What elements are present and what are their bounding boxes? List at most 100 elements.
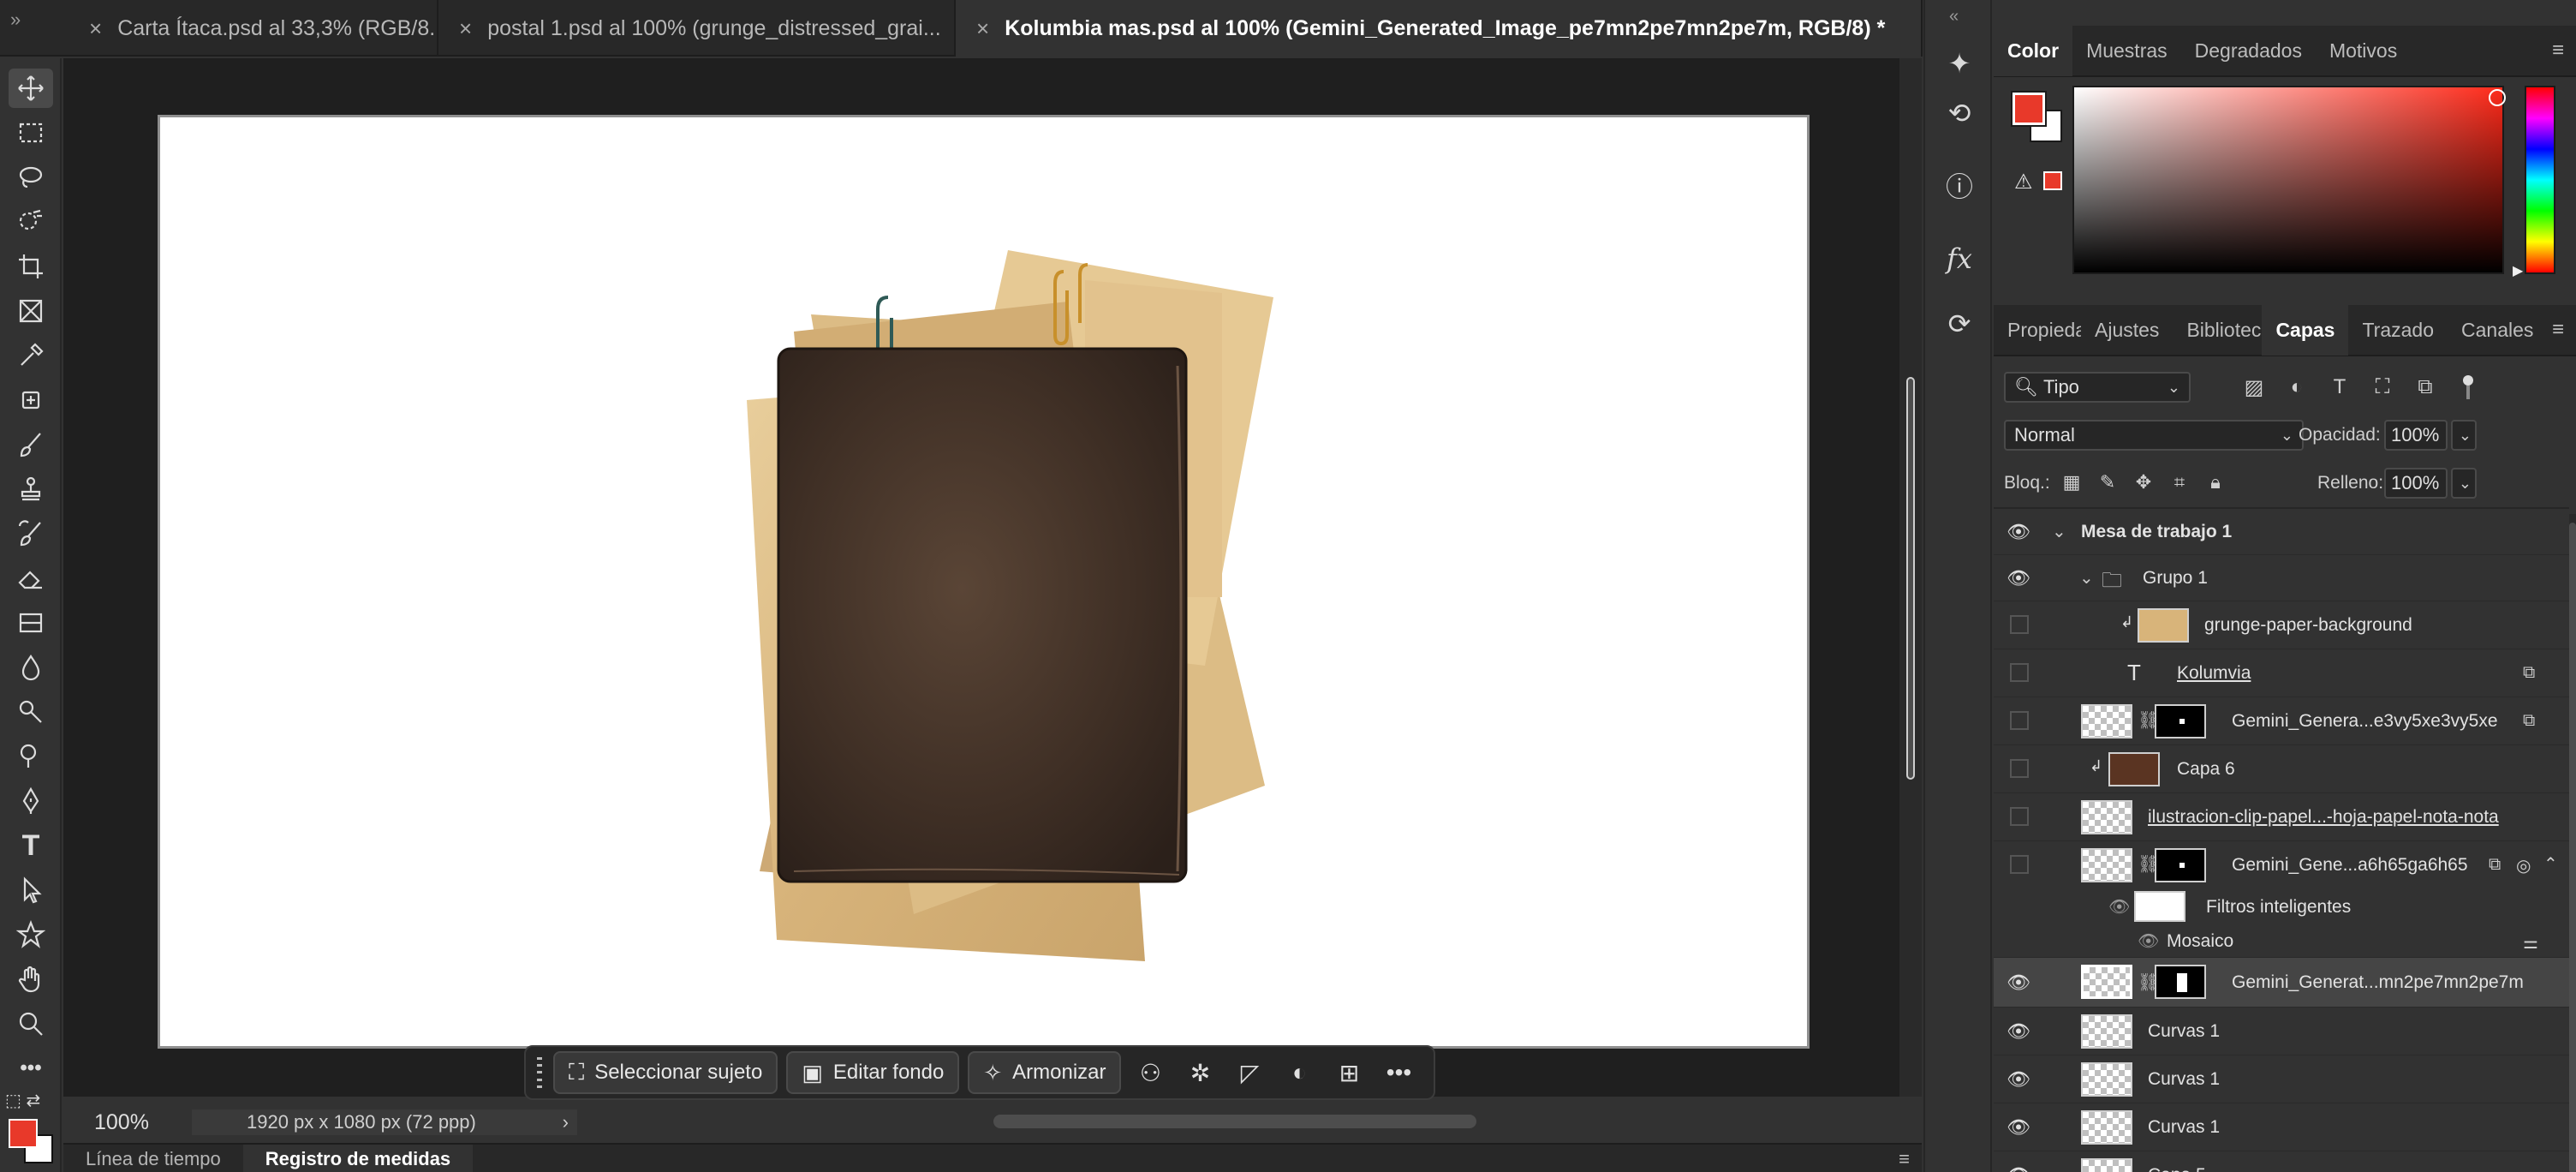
visibility-toggle[interactable] (2010, 759, 2029, 778)
document-tab-postal[interactable]: × postal 1.psd al 100% (grunge_distresse… (438, 0, 956, 57)
magic-wand-icon[interactable]: ✲ (1179, 1051, 1220, 1094)
visibility-eye-icon[interactable]: 👁︎ (2007, 1164, 2030, 1172)
lock-artboard-icon[interactable]: ⌗ (2167, 469, 2192, 495)
lock-position-icon[interactable]: ✥ (2131, 469, 2156, 495)
tab-properties[interactable]: Propiedades (1994, 304, 2081, 356)
filter-toggle-icon[interactable] (2454, 374, 2480, 401)
chevron-down-icon[interactable]: ⌄ (2052, 521, 2066, 542)
quick-selection-tool-icon[interactable] (9, 202, 53, 242)
smart-filter-row[interactable]: 👁︎ Mosaico ⚌ (1994, 925, 2569, 958)
chevron-right-icon[interactable]: › (563, 1111, 569, 1133)
hand-tool-icon[interactable] (9, 960, 53, 999)
type-tool-icon[interactable]: T (9, 826, 53, 865)
crop-tool-icon[interactable] (9, 247, 53, 286)
visibility-eye-icon[interactable]: 👁︎ (2108, 896, 2130, 918)
visibility-toggle[interactable] (2010, 807, 2029, 826)
filter-adjustment-icon[interactable]: ◐ (2283, 374, 2311, 401)
layer-mask-thumbnail[interactable] (2155, 848, 2206, 882)
filter-pixel-icon[interactable]: ▨ (2240, 374, 2268, 401)
fill-dropdown[interactable]: ⌄ (2451, 468, 2477, 499)
tab-layers[interactable]: Capas (2262, 304, 2349, 356)
people-icon[interactable]: ⚇ (1130, 1051, 1171, 1094)
generative-fill-icon[interactable]: ✦ (1939, 43, 1980, 84)
blend-mode-select[interactable]: Normal ⌄ (2004, 420, 2304, 451)
swap-colors-icon[interactable]: ⬚ ⇄ (5, 1090, 57, 1114)
layer-row[interactable]: ilustracion-clip-papel...-hoja-papel-not… (1994, 793, 2569, 841)
pen-tool-icon[interactable] (9, 781, 53, 821)
visibility-eye-icon[interactable]: 👁︎ (2007, 1116, 2030, 1139)
color-field[interactable] (2072, 86, 2506, 274)
path-selection-tool-icon[interactable] (9, 870, 53, 910)
filter-smart-object-icon[interactable]: ⧉ (2412, 374, 2439, 401)
layer-row-selected[interactable]: 👁︎ ⛓︎ Gemini_Generat...mn2pe7mn2pe7m (1994, 958, 2569, 1008)
lock-image-icon[interactable]: ✎ (2095, 469, 2120, 495)
more-options-icon[interactable]: ••• (1378, 1051, 1419, 1094)
document-tab-kolumbia[interactable]: × Kolumbia mas.psd al 100% (Gemini_Gener… (956, 0, 1923, 57)
tab-gradients[interactable]: Degradados (2181, 25, 2316, 76)
dodge-tool-icon[interactable] (9, 692, 53, 732)
layer-row[interactable]: T Kolumvia ⧉ (1994, 649, 2569, 697)
chevron-down-icon[interactable]: ⌄ (2079, 567, 2094, 589)
tab-adjustments[interactable]: Ajustes (2081, 304, 2173, 356)
drag-handle-icon[interactable] (534, 1055, 545, 1091)
zoom-level[interactable]: 100% (63, 1110, 175, 1135)
layer-filter-select[interactable]: 🔍︎ Tipo ⌄ (2004, 372, 2191, 403)
filter-type-icon[interactable]: T (2326, 374, 2353, 401)
horizontal-scroll-thumb[interactable] (993, 1115, 1476, 1128)
burn-tool-icon[interactable] (9, 737, 53, 776)
visibility-eye-icon[interactable]: 👁︎ (2007, 1068, 2030, 1091)
tab-channels[interactable]: Canales (2448, 304, 2547, 356)
visibility-toggle[interactable] (2010, 855, 2029, 874)
filter-mask-thumbnail[interactable] (2134, 891, 2185, 922)
layer-row[interactable]: 👁︎ Capa 5 (1994, 1151, 2569, 1172)
visibility-toggle[interactable] (2010, 663, 2029, 682)
visibility-eye-icon[interactable]: 👁︎ (2138, 930, 2159, 952)
scroll-thumb[interactable] (1906, 377, 1915, 780)
hue-slider-handle-icon[interactable]: ▶ (2513, 262, 2523, 279)
layer-row[interactable]: 👁︎ Curvas 1 (1994, 1008, 2569, 1055)
adjustment-icon[interactable]: ◐ (1279, 1051, 1320, 1094)
tab-color[interactable]: Color (1994, 25, 2073, 76)
zoom-tool-icon[interactable] (9, 1004, 53, 1043)
tab-timeline[interactable]: Línea de tiempo (63, 1145, 243, 1172)
foreground-color-swatch[interactable] (2011, 91, 2047, 127)
visibility-eye-icon[interactable]: 👁︎ (2007, 972, 2030, 994)
lasso-tool-icon[interactable] (9, 158, 53, 197)
opacity-dropdown[interactable]: ⌄ (2451, 420, 2477, 451)
layers-list[interactable]: 👁︎ ⌄ Mesa de trabajo 1 👁︎ ⌄ 🗀 Grupo 1 ↲ … (1994, 507, 2569, 1172)
visibility-toggle[interactable] (2010, 711, 2029, 730)
visibility-eye-icon[interactable]: 👁︎ (2007, 567, 2030, 589)
panel-menu-icon[interactable]: ≡ (2552, 318, 2564, 342)
eraser-tool-icon[interactable] (9, 559, 53, 598)
tab-libraries[interactable]: Bibliotecas (2173, 304, 2262, 356)
shape-tool-icon[interactable] (9, 915, 53, 954)
layer-row[interactable]: ↲ Capa 6 (1994, 745, 2569, 793)
tab-swatches[interactable]: Muestras (2072, 25, 2181, 76)
transform-icon[interactable]: ◸ (1229, 1051, 1270, 1094)
select-subject-button[interactable]: ⛶ Seleccionar sujeto (553, 1051, 778, 1094)
gamut-color-swatch[interactable] (2043, 171, 2062, 190)
smart-filters-row[interactable]: 👁︎ Filtros inteligentes (1994, 889, 2569, 925)
blur-tool-icon[interactable] (9, 648, 53, 687)
layers-scrollbar[interactable] (2569, 514, 2576, 1172)
filter-shape-icon[interactable]: ⛶ (2369, 374, 2396, 401)
document-tab-carta[interactable]: × Carta Ítaca.psd al 33,3% (RGB/8... (69, 0, 438, 57)
move-tool-icon[interactable] (9, 69, 53, 108)
vertical-scrollbar[interactable] (1899, 58, 1922, 1097)
scroll-thumb[interactable] (2569, 523, 2576, 1172)
layer-row[interactable]: ⛓︎ Gemini_Gene...a6h65ga6h65 ⧉ ◎ ⌃ (1994, 841, 2569, 889)
document-info[interactable]: 1920 px x 1080 px (72 ppp) › (192, 1109, 577, 1135)
more-tools-icon[interactable]: ••• (9, 1049, 53, 1088)
layer-mask-thumbnail[interactable] (2155, 965, 2206, 999)
layer-row[interactable]: 👁︎ Curvas 1 (1994, 1055, 2569, 1103)
edit-background-button[interactable]: ▣ Editar fondo (786, 1051, 960, 1094)
tab-patterns[interactable]: Motivos (2316, 25, 2411, 76)
filter-options-icon[interactable]: ⚌ (2523, 932, 2538, 954)
frame-tool-icon[interactable] (9, 291, 53, 331)
opacity-input[interactable]: 100% (2384, 420, 2448, 451)
fill-input[interactable]: 100% (2384, 468, 2448, 499)
layer-mask-thumbnail[interactable] (2155, 704, 2206, 738)
history-icon[interactable]: ⟲ (1939, 93, 1980, 134)
close-tab-icon[interactable]: × (459, 15, 472, 42)
artboard[interactable] (158, 115, 1810, 1049)
